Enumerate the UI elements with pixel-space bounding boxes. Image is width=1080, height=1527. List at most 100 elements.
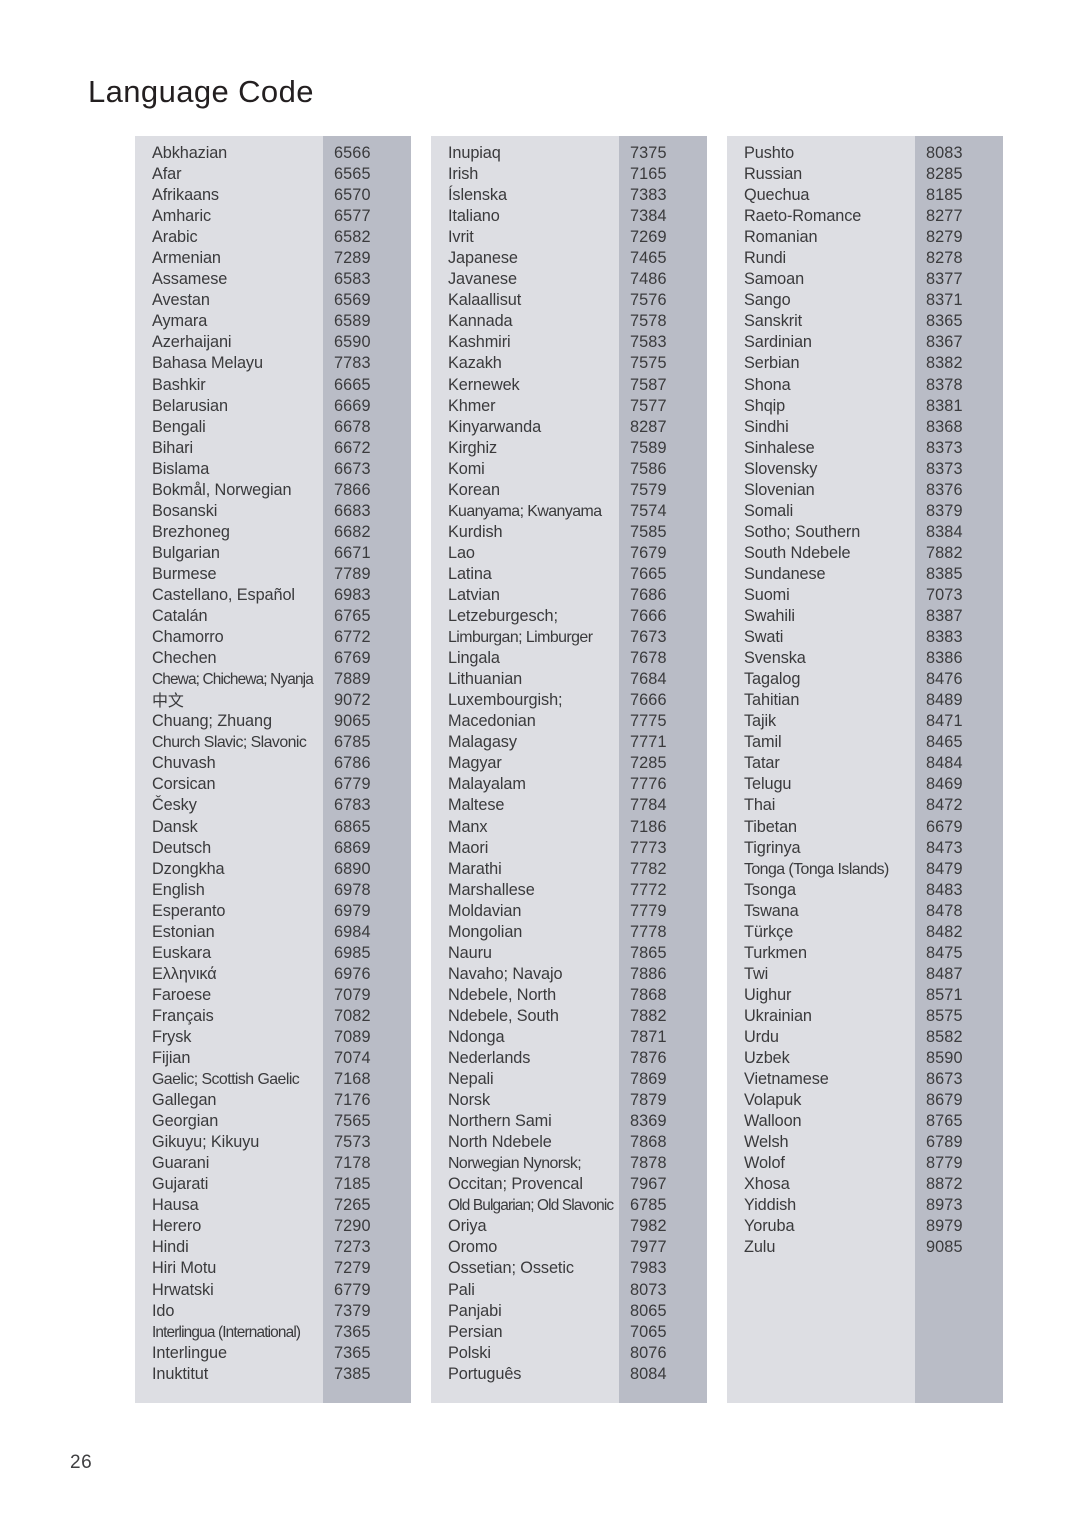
language-name: Catalán <box>152 607 208 626</box>
language-name: Nederlands <box>448 1049 531 1068</box>
language-code: 7882 <box>630 1006 667 1025</box>
language-name: Français <box>152 1006 214 1025</box>
language-code: 8476 <box>926 670 963 689</box>
language-code: 8285 <box>926 165 963 184</box>
language-code: 7465 <box>630 249 667 268</box>
language-code: 7982 <box>630 1217 667 1236</box>
language-code: 7784 <box>630 796 667 815</box>
language-code: 6983 <box>334 585 371 604</box>
language-name: Avestan <box>152 291 210 310</box>
language-code: 8979 <box>926 1217 963 1236</box>
language-name: Assamese <box>152 270 228 289</box>
language-code: 8368 <box>926 417 963 436</box>
language-name: Latvian <box>448 585 500 604</box>
language-code: 6785 <box>334 733 371 752</box>
language-code: 7865 <box>630 943 667 962</box>
language-code: 7876 <box>630 1049 667 1068</box>
language-name: Ndebele, North <box>448 985 557 1004</box>
language-name: Xhosa <box>744 1175 790 1194</box>
language-name: Turkmen <box>744 943 807 962</box>
language-code: 8471 <box>926 712 963 731</box>
language-name: Aymara <box>152 312 208 331</box>
language-name: Oromo <box>448 1238 498 1257</box>
language-code: 7771 <box>630 733 667 752</box>
language-name: Ελληνικά <box>152 964 217 983</box>
language-code: 7073 <box>926 585 963 604</box>
language-code: 7383 <box>630 186 667 205</box>
language-code: 6566 <box>334 144 371 162</box>
language-name: Bengali <box>152 417 206 436</box>
language-name: Italiano <box>448 207 500 226</box>
language-code: 6769 <box>334 649 371 668</box>
language-name: Tagalog <box>744 670 801 689</box>
language-code: 8376 <box>926 480 963 499</box>
language-code: 8084 <box>630 1364 667 1383</box>
language-name: Inuktitut <box>152 1364 209 1383</box>
language-code: 6978 <box>334 880 371 899</box>
language-code: 6582 <box>334 228 371 247</box>
language-name: Korean <box>448 480 500 499</box>
language-code: 7782 <box>630 859 667 878</box>
language-name: Português <box>448 1364 522 1383</box>
language-name: Hausa <box>152 1196 199 1215</box>
language-name: Wolof <box>744 1154 785 1173</box>
language-name: Persian <box>448 1322 503 1341</box>
language-name: Irish <box>448 165 479 184</box>
language-name: Kannada <box>448 312 513 331</box>
language-name: Ido <box>152 1301 175 1320</box>
language-code: 7772 <box>630 880 667 899</box>
language-name: Esperanto <box>152 901 226 920</box>
language-name: Hiri Motu <box>152 1259 217 1278</box>
language-name: Georgian <box>152 1112 219 1131</box>
language-name: Pali <box>448 1280 475 1299</box>
language-code: 6665 <box>334 375 371 394</box>
language-name: Zulu <box>744 1238 776 1257</box>
language-code: 6984 <box>334 922 371 941</box>
language-name: Estonian <box>152 922 215 941</box>
language-name: Lao <box>448 543 475 562</box>
language-code: 7583 <box>630 333 667 352</box>
language-name: South Ndebele <box>744 543 851 562</box>
language-code: 8484 <box>926 754 963 773</box>
language-name: Swati <box>744 628 784 647</box>
language-code: 7686 <box>630 585 667 604</box>
language-name: Bahasa Melayu <box>152 354 263 373</box>
language-name: Latina <box>448 564 492 583</box>
language-name: Vietnamese <box>744 1070 829 1089</box>
language-code: 8489 <box>926 691 963 710</box>
language-name: Kirghiz <box>448 438 498 457</box>
language-name: Herero <box>152 1217 202 1236</box>
language-name: Maltese <box>448 796 505 815</box>
language-code: 8571 <box>926 985 963 1004</box>
page-title: Language Code <box>88 74 314 109</box>
language-code: 6869 <box>334 838 371 857</box>
language-code: 7486 <box>630 270 667 289</box>
language-code: 7578 <box>630 312 667 331</box>
language-code: 7666 <box>630 607 667 626</box>
language-code: 8073 <box>630 1280 667 1299</box>
language-name: Euskara <box>152 943 212 962</box>
language-code: 8083 <box>926 144 963 162</box>
language-name: North Ndebele <box>448 1133 552 1152</box>
language-code: 6976 <box>334 964 371 983</box>
language-name: Panjabi <box>448 1301 502 1320</box>
language-name: Türkçe <box>744 922 794 941</box>
language-name: Sardinian <box>744 333 812 352</box>
language-name: Abkhazian <box>152 144 228 162</box>
language-code: 7365 <box>334 1322 371 1341</box>
language-name: Yoruba <box>744 1217 795 1236</box>
language-name: Slovenian <box>744 480 815 499</box>
language-name: Norwegian Nynorsk; <box>448 1155 582 1173</box>
language-name: Navaho; Navajo <box>448 964 563 983</box>
language-name: Occitan; Provencal <box>448 1175 583 1194</box>
language-name: Kashmiri <box>448 333 511 352</box>
language-name: Malagasy <box>448 733 517 752</box>
language-code: 7983 <box>630 1259 667 1278</box>
language-code: 7866 <box>334 480 371 499</box>
language-code: 7079 <box>334 985 371 1004</box>
document-page: Language Code Abkhazian Afar Afrikaans Amha… <box>0 0 1080 1527</box>
language-name: Macedonian <box>448 712 536 731</box>
language-code: 6669 <box>334 396 371 415</box>
language-name: Oriya <box>448 1217 487 1236</box>
language-column: Abkhazian Afar Afrikaans Amharic Arabic Armen… <box>135 136 411 1403</box>
